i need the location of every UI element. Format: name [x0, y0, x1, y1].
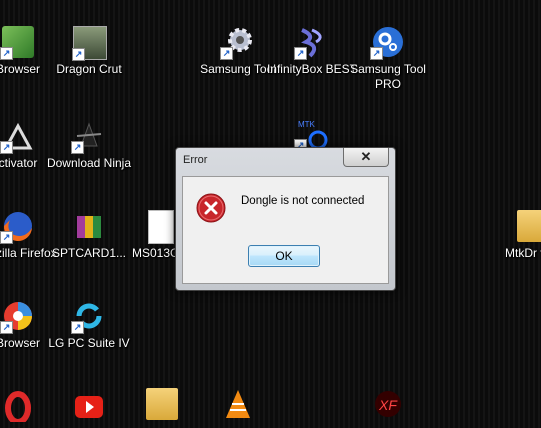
svg-text:XF: XF [378, 397, 398, 413]
dialog-titlebar[interactable]: Error ✕ [176, 148, 395, 172]
folder-icon [517, 210, 541, 242]
mtk-icon-text: MTK [298, 120, 316, 129]
mtk-icon: MTK ↗ [294, 118, 328, 152]
close-icon: ✕ [360, 149, 372, 164]
desktop-icon-label: MS013G [132, 246, 180, 260]
error-dialog: Error ✕ Dongle is not connected OK [175, 147, 396, 291]
gear-pro-icon: ↗ [370, 26, 404, 60]
dragon-crut-icon: ↗ [72, 26, 107, 61]
dialog-body: Dongle is not connected OK [182, 176, 389, 284]
desktop-icon-label: Samsung Tool PRO [350, 62, 426, 91]
close-button[interactable]: ✕ [343, 148, 389, 167]
error-message: Dongle is not connected [241, 195, 365, 207]
desktop-icon-label: MtkDr v2.5 [505, 246, 541, 260]
folder-icon [146, 388, 178, 420]
ok-button[interactable]: OK [248, 245, 320, 267]
dialog-title: Error [183, 154, 208, 166]
infinitybox-icon: ↗ [294, 26, 328, 60]
opera-icon [2, 390, 34, 425]
ninja-icon: ↗ [71, 120, 105, 154]
desktop-icon-label: Dragon Crut [56, 62, 122, 76]
firefox-icon: ↗ [0, 210, 34, 244]
browser-icon: ↗ [0, 26, 34, 60]
file-icon [148, 210, 174, 244]
sync-icon: ↗ [71, 300, 105, 334]
desktop-icon-label: Download Ninja [46, 156, 132, 170]
error-icon [196, 193, 226, 223]
desktop-icon-label: LG PC Suite IV [48, 336, 130, 350]
vlc-icon [222, 388, 254, 420]
archive-icon [73, 210, 105, 242]
xf-icon: XF [372, 388, 404, 420]
gear-icon: ↗ [220, 26, 254, 60]
browser-colorful-icon: ↗ [0, 300, 34, 334]
activator-icon: ↗ [0, 120, 34, 154]
youtube-icon [73, 390, 105, 422]
